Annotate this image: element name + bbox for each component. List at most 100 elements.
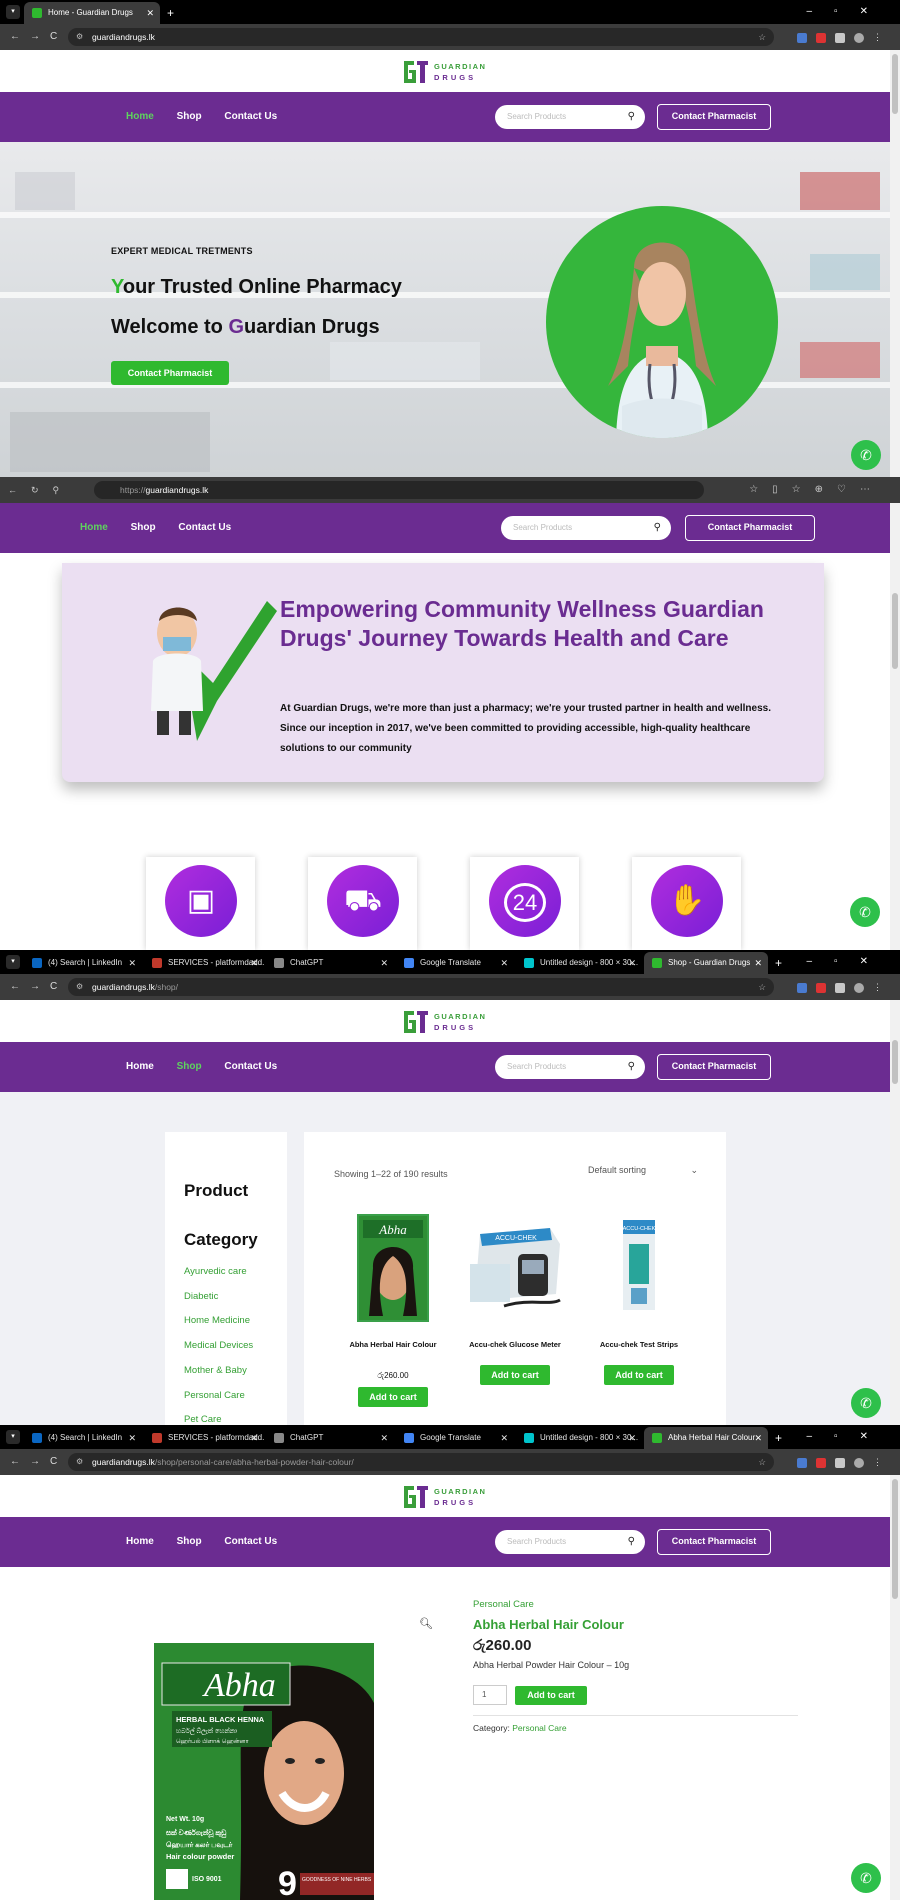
product-card[interactable]: ACCU-CHEK Accu-chek Glucose Meter Add to…	[456, 1214, 574, 1385]
scrollbar[interactable]	[890, 503, 900, 950]
search-input[interactable]: Search Products ⚲	[495, 1530, 645, 1554]
contact-pharmacist-button[interactable]: Contact Pharmacist	[657, 1529, 771, 1555]
tab-google-translate[interactable]: Google Translate ✕	[396, 952, 514, 974]
product-image[interactable]: ACCU-CHEK	[460, 1214, 570, 1322]
tab-search-button[interactable]: ▾	[6, 955, 20, 969]
quantity-input[interactable]: 1	[473, 1685, 507, 1705]
nav-contact[interactable]: Contact Us	[224, 1536, 277, 1547]
nav-home[interactable]: Home	[126, 1536, 154, 1547]
category-link[interactable]: Diabetic	[184, 1285, 253, 1310]
site-info-icon[interactable]: ⚙	[76, 1453, 83, 1471]
hero-contact-button[interactable]: Contact Pharmacist	[111, 361, 229, 385]
whatsapp-icon[interactable]: ✆	[850, 897, 880, 927]
whatsapp-icon[interactable]: ✆	[851, 440, 881, 470]
scrollbar[interactable]	[890, 1475, 900, 1900]
search-input[interactable]: Search Products ⚲	[495, 105, 645, 129]
close-icon[interactable]: ✕	[146, 2, 154, 24]
product-name[interactable]: Accu-chek Glucose Meter	[456, 1340, 574, 1349]
sort-select[interactable]: Default sorting ⌄	[588, 1165, 698, 1175]
search-input[interactable]: Search Products ⚲	[501, 516, 671, 540]
contact-pharmacist-button[interactable]: Contact Pharmacist	[657, 104, 771, 130]
tab-linkedin[interactable]: (4) Search | LinkedIn ✕	[24, 952, 142, 974]
bookmark-star-icon[interactable]: ☆	[758, 28, 766, 46]
tab-chatgpt[interactable]: ChatGPT ✕	[266, 952, 394, 974]
site-logo[interactable]: GUARDIAN DRUGS	[402, 1007, 485, 1035]
search-icon[interactable]: ⚲	[628, 1530, 635, 1554]
nav-buttons[interactable]: ←→C	[10, 974, 67, 1000]
category-link[interactable]: Ayurvedic care	[184, 1260, 253, 1285]
tab-linkedin[interactable]: (4) Search | LinkedIn ✕	[24, 1427, 142, 1449]
product-card[interactable]: Abha Abha Herbal Hair Colour රු260.00 Ad…	[334, 1214, 452, 1407]
tab-google-translate[interactable]: Google Translate ✕	[396, 1427, 514, 1449]
add-to-cart-button[interactable]: Add to cart	[515, 1685, 587, 1705]
tab-product[interactable]: Abha Herbal Hair Colour ✕	[644, 1427, 768, 1449]
product-image[interactable]: Abha	[357, 1214, 429, 1322]
url-field[interactable]: ⚙ guardiandrugs.lk ☆	[68, 28, 774, 46]
nav-buttons[interactable]: ←↻⚲	[8, 477, 73, 503]
contact-pharmacist-button[interactable]: Contact Pharmacist	[657, 1054, 771, 1080]
scrollbar[interactable]	[890, 50, 900, 477]
search-icon[interactable]: ⚲	[628, 105, 635, 129]
whatsapp-icon[interactable]: ✆	[851, 1863, 881, 1893]
nav-contact[interactable]: Contact Us	[178, 522, 231, 533]
product-category-link[interactable]: Personal Care	[473, 1599, 798, 1610]
nav-buttons[interactable]: ←→C	[10, 1449, 67, 1475]
search-input[interactable]: Search Products ⚲	[495, 1055, 645, 1079]
nav-shop[interactable]: Shop	[177, 111, 202, 122]
nav-home[interactable]: Home	[80, 522, 108, 533]
tab-services[interactable]: SERVICES - platformdadd... ✕	[144, 1427, 264, 1449]
category-link[interactable]: Home Medicine	[184, 1309, 253, 1334]
window-controls[interactable]: –▫✕	[807, 0, 891, 24]
browser-toolbar-icons[interactable]: ☆▯☆⊕♡⋯	[749, 477, 884, 503]
tab-home[interactable]: Home - Guardian Drugs ✕	[24, 2, 160, 24]
tab-chatgpt[interactable]: ChatGPT ✕	[266, 1427, 394, 1449]
url-field[interactable]: ⚙ guardiandrugs.lk/shop/ ☆	[68, 978, 774, 996]
product-name[interactable]: Accu-chek Test Strips	[580, 1340, 698, 1349]
site-logo[interactable]: GUARDIAN DRUGS	[402, 57, 485, 85]
tab-shop[interactable]: Shop - Guardian Drugs ✕	[644, 952, 768, 974]
window-controls[interactable]: –▫✕	[807, 950, 891, 974]
new-tab-icon[interactable]: +	[167, 2, 174, 24]
scrollbar[interactable]	[890, 1000, 900, 1425]
bookmark-star-icon[interactable]: ☆	[758, 978, 766, 996]
nav-shop[interactable]: Shop	[177, 1061, 202, 1072]
category-link[interactable]: Mother & Baby	[184, 1359, 253, 1384]
site-logo[interactable]: GUARDIAN DRUGS	[402, 1482, 485, 1510]
add-to-cart-button[interactable]: Add to cart	[480, 1365, 550, 1385]
url-field[interactable]: ⚙ guardiandrugs.lk/shop/personal-care/ab…	[68, 1453, 774, 1471]
zoom-icon[interactable]: 🔍︎	[419, 1617, 433, 1630]
nav-shop[interactable]: Shop	[131, 522, 156, 533]
add-to-cart-button[interactable]: Add to cart	[604, 1365, 674, 1385]
nav-home[interactable]: Home	[126, 111, 154, 122]
nav-contact[interactable]: Contact Us	[224, 111, 277, 122]
tab-services[interactable]: SERVICES - platformdadd... ✕	[144, 952, 264, 974]
window-controls[interactable]: –▫✕	[807, 1425, 891, 1449]
category-link[interactable]: Pet Care	[184, 1408, 253, 1425]
product-name[interactable]: Abha Herbal Hair Colour	[334, 1340, 452, 1349]
search-icon[interactable]: ⚲	[654, 516, 661, 540]
add-to-cart-button[interactable]: Add to cart	[358, 1387, 428, 1407]
extensions[interactable]: ⋮	[797, 1449, 890, 1475]
search-icon[interactable]: ⚲	[628, 1055, 635, 1079]
site-info-icon[interactable]: ⚙	[76, 978, 83, 996]
bookmark-star-icon[interactable]: ☆	[758, 1453, 766, 1471]
tab-canva[interactable]: Untitled design - 800 × 30... ✕	[516, 1427, 642, 1449]
contact-pharmacist-button[interactable]: Contact Pharmacist	[685, 515, 815, 541]
product-main-image[interactable]: Abha HERBAL BLACK HENNA හර්බල් බ්ලැක් හෙ…	[154, 1643, 374, 1900]
tab-canva[interactable]: Untitled design - 800 × 30... ✕	[516, 952, 642, 974]
extensions[interactable]: ⋮	[797, 974, 890, 1000]
product-image[interactable]: ACCU-CHEK	[609, 1214, 669, 1322]
new-tab-icon[interactable]: +	[775, 952, 782, 974]
nav-shop[interactable]: Shop	[177, 1536, 202, 1547]
whatsapp-icon[interactable]: ✆	[851, 1388, 881, 1418]
nav-buttons[interactable]: ←→C	[10, 24, 67, 50]
tab-search-button[interactable]: ▾	[6, 5, 20, 19]
nav-contact[interactable]: Contact Us	[224, 1061, 277, 1072]
category-link[interactable]: Personal Care	[184, 1384, 253, 1409]
category-link[interactable]: Medical Devices	[184, 1334, 253, 1359]
meta-category-link[interactable]: Personal Care	[512, 1723, 566, 1733]
url-field[interactable]: https://guardiandrugs.lk	[94, 481, 704, 499]
site-info-icon[interactable]: ⚙	[76, 28, 83, 46]
extensions[interactable]: ⋮	[797, 24, 890, 50]
new-tab-icon[interactable]: +	[775, 1427, 782, 1449]
